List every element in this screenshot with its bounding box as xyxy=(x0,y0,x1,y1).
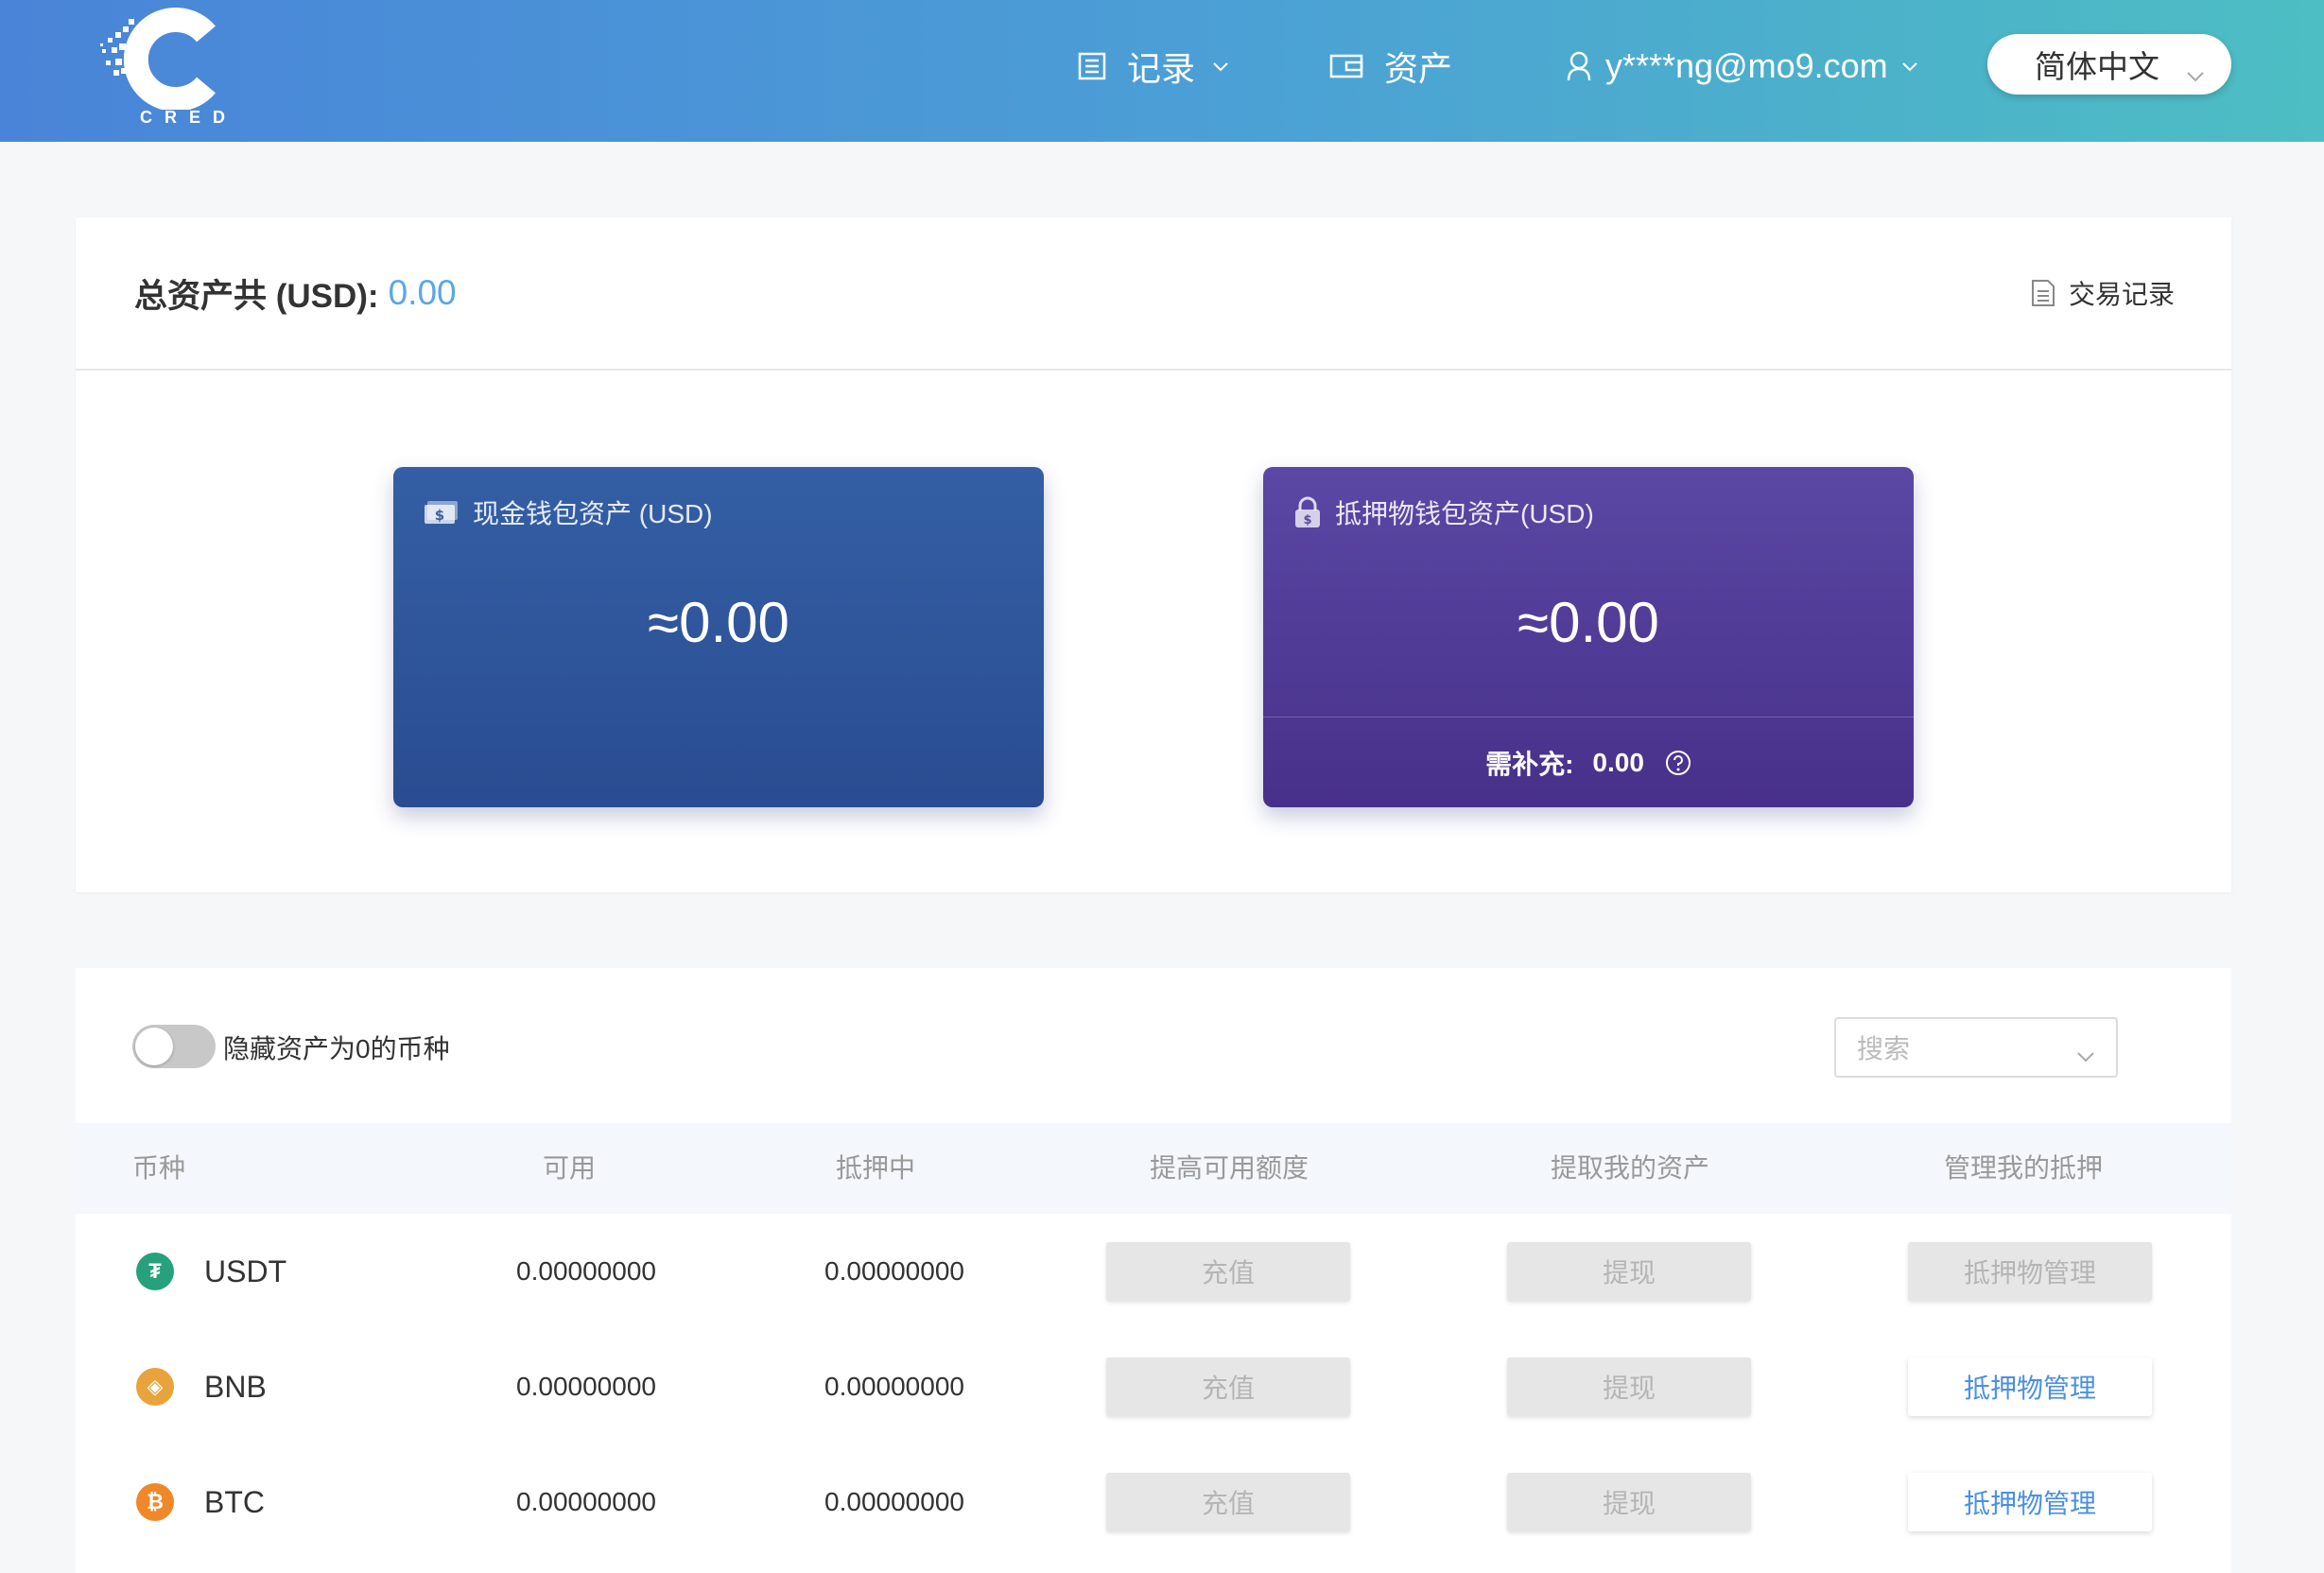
hide-zero-toggle[interactable] xyxy=(132,1025,216,1068)
coin-name: BNB xyxy=(204,1369,267,1404)
wallet-icon xyxy=(1329,53,1363,79)
col-header-manage: 管理我的抵押 xyxy=(1944,1153,2104,1183)
deposit-button[interactable]: 充值 xyxy=(1106,1357,1350,1416)
chevron-down-icon xyxy=(1212,60,1229,72)
logo-c-icon xyxy=(100,8,216,112)
nav-assets-link[interactable]: 资产 xyxy=(1329,42,1452,91)
transaction-records-link[interactable]: 交易记录 xyxy=(2031,274,2175,312)
svg-text:$: $ xyxy=(1303,513,1311,527)
nav-records-menu[interactable]: 记录 xyxy=(1078,42,1229,91)
collateral-wallet-title: $ 抵押物钱包资产(USD) xyxy=(1293,493,1594,531)
user-email: y****ng@mo9.com xyxy=(1605,46,1888,85)
search-placeholder: 搜索 xyxy=(1857,1034,1911,1063)
table-row: ◈ BNB 0.00000000 0.00000000 充值 提现 抵押物管理 xyxy=(76,1329,2231,1444)
deposit-button[interactable]: 充值 xyxy=(1106,1242,1350,1301)
svg-text:$: $ xyxy=(435,507,444,524)
help-icon[interactable] xyxy=(1665,750,1691,776)
withdraw-button[interactable]: 提现 xyxy=(1507,1357,1751,1416)
available-amount: 0.00000000 xyxy=(516,1372,656,1401)
collateral-manage-button[interactable]: 抵押物管理 xyxy=(1908,1357,2152,1416)
total-assets-label: 总资产共 (USD): xyxy=(134,277,379,315)
collateral-manage-button[interactable]: 抵押物管理 xyxy=(1908,1242,2152,1301)
coin-search-select[interactable]: 搜索 xyxy=(1834,1017,2118,1078)
cred-logo[interactable]: CRED xyxy=(95,6,236,129)
list-icon xyxy=(1078,52,1106,80)
coin-icon: ₿ xyxy=(136,1483,174,1521)
pledged-amount: 0.00000000 xyxy=(824,1372,964,1401)
required-label: 需补充: xyxy=(1485,749,1574,779)
table-header: 币种 可用 抵押中 提高可用额度 提取我的资产 管理我的抵押 xyxy=(76,1123,2231,1214)
withdraw-cell: 提现 xyxy=(1507,1214,1751,1329)
language-value: 简体中文 xyxy=(2035,49,2159,84)
deposit-cell: 充值 xyxy=(1106,1329,1350,1444)
table-row: ₮ USDT 0.00000000 0.00000000 充值 提现 抵押物管理 xyxy=(76,1214,2231,1329)
available-amount: 0.00000000 xyxy=(516,1487,656,1516)
coin-name: USDT xyxy=(204,1253,287,1288)
col-header-coin: 币种 xyxy=(132,1153,186,1183)
collateral-wallet-amount: ≈0.00 xyxy=(1518,591,1659,654)
chevron-down-icon xyxy=(2076,1040,2095,1070)
coin-name: BTC xyxy=(204,1484,265,1519)
collateral-wallet-card: $ 抵押物钱包资产(USD) ≈0.00 需补充: 0.00 xyxy=(1263,467,1914,807)
available-amount: 0.00000000 xyxy=(516,1256,656,1286)
logo-wordmark: CRED xyxy=(140,108,238,127)
pledged-amount: 0.00000000 xyxy=(824,1256,964,1286)
coin-icon: ◈ xyxy=(136,1368,174,1406)
collateral-wallet-title-text: 抵押物钱包资产(USD) xyxy=(1335,499,1594,528)
deposit-cell: 充值 xyxy=(1106,1214,1350,1329)
withdraw-button[interactable]: 提现 xyxy=(1507,1473,1751,1531)
chevron-down-icon xyxy=(1901,60,1918,72)
cash-wallet-title-text: 现金钱包资产 (USD) xyxy=(473,499,713,528)
summary-header: 总资产共 (USD): 0.00 交易记录 xyxy=(76,217,2231,371)
col-header-available: 可用 xyxy=(543,1153,597,1183)
total-assets-value: 0.00 xyxy=(388,273,457,312)
asset-list-toolbar: 隐藏资产为0的币种 搜索 xyxy=(76,968,2231,1123)
cash-wallet-amount: ≈0.00 xyxy=(648,591,789,654)
lock-icon: $ xyxy=(1293,496,1322,528)
cash-wallet-title: $ 现金钱包资产 (USD) xyxy=(424,493,713,531)
withdraw-button[interactable]: 提现 xyxy=(1507,1242,1751,1301)
top-navbar: CRED 记录 资产 y****ng@mo9.com 简体中文 xyxy=(0,0,2324,142)
coin-cell: ₮ USDT xyxy=(136,1214,286,1329)
manage-cell: 抵押物管理 xyxy=(1908,1444,2152,1560)
toggle-knob xyxy=(135,1028,173,1065)
collateral-manage-button[interactable]: 抵押物管理 xyxy=(1908,1473,2152,1531)
document-icon xyxy=(2031,279,2055,307)
user-account-menu[interactable]: y****ng@mo9.com xyxy=(1566,42,1918,91)
pledged-amount: 0.00000000 xyxy=(824,1487,964,1516)
coin-icon: ₮ xyxy=(136,1253,174,1290)
asset-list-card: 隐藏资产为0的币种 搜索 币种 可用 抵押中 提高可用额度 提取我的资产 管理我… xyxy=(76,968,2231,1573)
asset-summary-card: 总资产共 (USD): 0.00 交易记录 $ 现金钱包资产 (USD) ≈0.… xyxy=(76,217,2231,892)
coin-cell: ◈ BNB xyxy=(136,1329,267,1444)
withdraw-cell: 提现 xyxy=(1507,1444,1751,1560)
cash-icon: $ xyxy=(424,500,460,525)
coin-cell: ₿ BTC xyxy=(136,1444,265,1560)
table-row: ₿ BTC 0.00000000 0.00000000 充值 提现 抵押物管理 xyxy=(76,1444,2231,1560)
withdraw-cell: 提现 xyxy=(1507,1329,1751,1444)
cash-wallet-card: $ 现金钱包资产 (USD) ≈0.00 xyxy=(393,467,1044,807)
deposit-button[interactable]: 充值 xyxy=(1106,1473,1350,1531)
manage-cell: 抵押物管理 xyxy=(1908,1329,2152,1444)
col-header-pledged: 抵押中 xyxy=(836,1153,916,1183)
chevron-down-icon xyxy=(2186,55,2205,91)
collateral-required-row: 需补充: 0.00 xyxy=(1263,717,1914,807)
language-select[interactable]: 简体中文 xyxy=(1987,34,2231,95)
required-value: 0.00 xyxy=(1592,747,1644,777)
nav-records-label: 记录 xyxy=(1127,49,1196,88)
manage-cell: 抵押物管理 xyxy=(1908,1214,2152,1329)
user-icon xyxy=(1566,50,1592,82)
transaction-records-label: 交易记录 xyxy=(2068,280,2175,309)
hide-zero-label: 隐藏资产为0的币种 xyxy=(223,1034,450,1063)
col-header-raise-limit: 提高可用额度 xyxy=(1150,1153,1309,1183)
deposit-cell: 充值 xyxy=(1106,1444,1350,1560)
col-header-withdraw: 提取我的资产 xyxy=(1551,1153,1710,1183)
nav-assets-label: 资产 xyxy=(1384,49,1453,88)
